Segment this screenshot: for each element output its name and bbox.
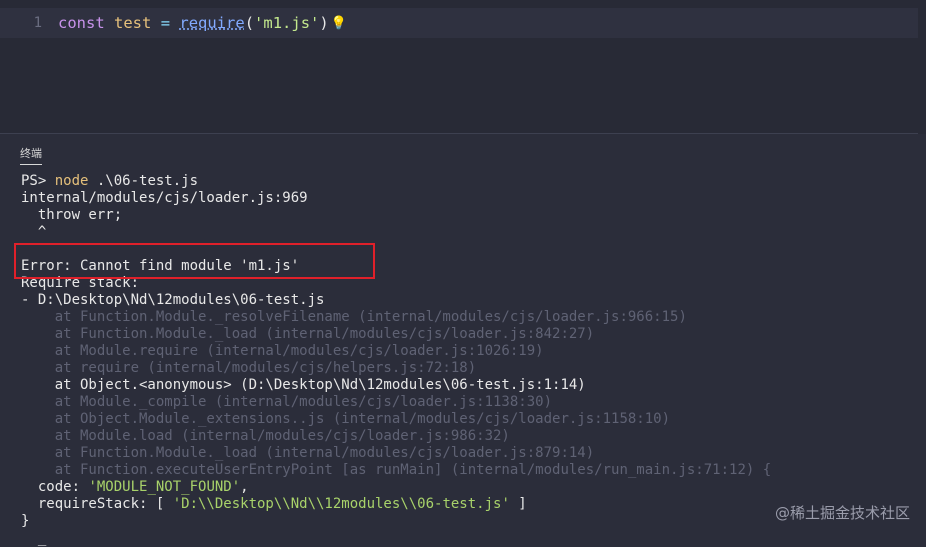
stack-trace-line: at Module.load (internal/modules/cjs/loa… bbox=[21, 428, 510, 444]
stack-trace-line: at Function.Module._load (internal/modul… bbox=[21, 326, 595, 342]
terminal-line: internal/modules/cjs/loader.js:969 bbox=[21, 190, 308, 206]
stack-trace-line: at Function.executeUserEntryPoint [as ru… bbox=[21, 462, 772, 478]
terminal-command-args: .\06-test.js bbox=[88, 173, 199, 189]
watermark: @稀土掘金技术社区 bbox=[774, 504, 910, 522]
stack-trace-line: at Module.require (internal/modules/cjs/… bbox=[21, 343, 544, 359]
requirestack-key: requireStack: [ bbox=[21, 496, 173, 512]
code-tail: , bbox=[240, 479, 249, 495]
tab-terminal[interactable]: 终端 bbox=[20, 145, 42, 165]
code-variable: test bbox=[114, 14, 152, 32]
terminal-output[interactable]: PS> node .\06-test.js internal/modules/c… bbox=[21, 173, 911, 547]
stack-trace: at Function.Module._resolveFilename (int… bbox=[21, 309, 911, 479]
requirestack-tail: ] bbox=[509, 496, 527, 512]
terminal-line: - D:\Desktop\Nd\12modules\06-test.js bbox=[21, 292, 325, 308]
terminal-cursor[interactable]: _ bbox=[21, 530, 911, 547]
stack-trace-line: at Module._compile (internal/modules/cjs… bbox=[21, 394, 553, 410]
editor-line-1[interactable]: 1 const test = require('m1.js') 💡 bbox=[0, 8, 918, 38]
stack-trace-line: at Function.Module._load (internal/modul… bbox=[21, 445, 595, 461]
code-text[interactable]: const test = require('m1.js') bbox=[58, 14, 329, 32]
lightbulb-icon[interactable]: 💡 bbox=[331, 16, 347, 31]
requirestack-value: 'D:\\Desktop\\Nd\\12modules\\06-test.js' bbox=[172, 496, 510, 512]
stack-trace-line: at Object.Module._extensions..js (intern… bbox=[21, 411, 671, 427]
stack-trace-line: at Function.Module._resolveFilename (int… bbox=[21, 309, 687, 325]
code-keyword: const bbox=[58, 14, 105, 32]
terminal-line: PS> node .\06-test.js bbox=[21, 173, 911, 190]
code-string: 'm1.js' bbox=[254, 14, 320, 32]
code-key: code: bbox=[21, 479, 89, 495]
line-number: 1 bbox=[33, 15, 42, 31]
code-close-paren: ) bbox=[319, 14, 329, 32]
terminal-line: code: 'MODULE_NOT_FOUND', bbox=[21, 479, 911, 496]
stack-trace-line: at Object.<anonymous> (D:\Desktop\Nd\12m… bbox=[21, 377, 586, 393]
panel-divider[interactable] bbox=[0, 133, 918, 134]
code-editor[interactable]: 1 const test = require('m1.js') 💡 bbox=[0, 0, 926, 134]
code-value: 'MODULE_NOT_FOUND' bbox=[88, 479, 241, 495]
terminal-prompt: PS> bbox=[21, 173, 55, 189]
code-function: require bbox=[179, 14, 245, 32]
code-operator: = bbox=[160, 14, 171, 32]
stack-trace-line: at require (internal/modules/cjs/helpers… bbox=[21, 360, 477, 376]
error-highlight-box bbox=[14, 243, 375, 279]
terminal-line: ^ bbox=[21, 224, 47, 240]
terminal-line: throw err; bbox=[21, 207, 123, 223]
code-open-paren: ( bbox=[244, 14, 255, 32]
terminal-command: node bbox=[54, 173, 89, 189]
